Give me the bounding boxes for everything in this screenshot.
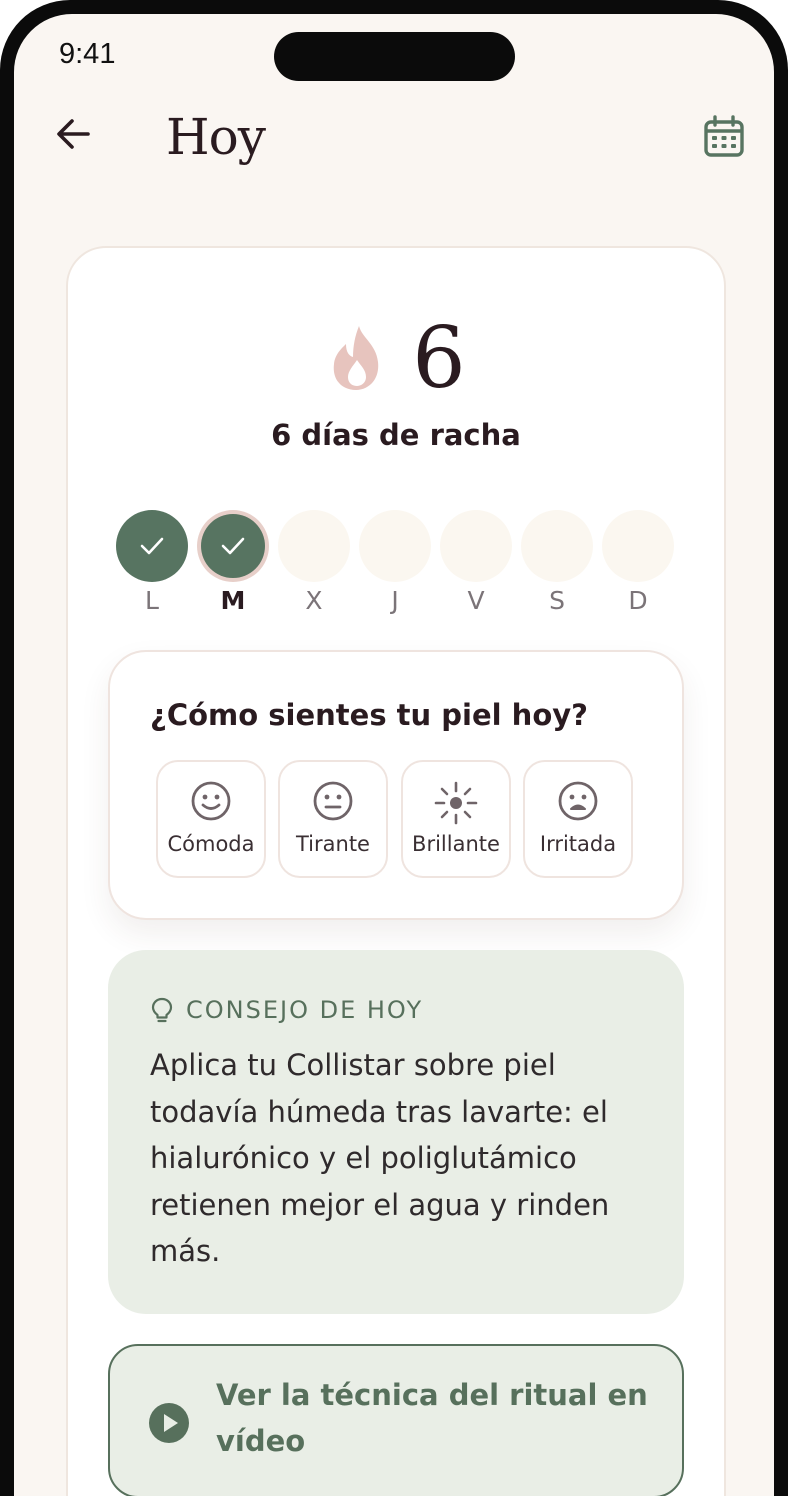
lightbulb-icon [151,997,173,1023]
phone-frame: 9:41 Hoy 6 6 días de racha L M X J V S D… [0,0,788,1496]
day-indicator[interactable] [201,514,265,578]
mood-option-comoda[interactable]: Cómoda [156,760,266,878]
mood-option-brillante[interactable]: Brillante [401,760,511,878]
play-icon [149,1403,189,1443]
app-screen: 9:41 Hoy 6 6 días de racha L M X J V S D… [14,14,774,1496]
mood-option-label: Brillante [412,832,500,856]
day-label: V [467,586,485,615]
day-indicator[interactable] [602,510,674,582]
tip-heading: CONSEJO DE HOY [150,996,423,1024]
smile-icon [191,781,231,821]
mood-card: ¿Cómo sientes tu piel hoy? Cómoda Tirant… [108,650,684,920]
shine-icon [434,781,478,825]
sad-face-icon [558,781,598,821]
streak-card: 6 6 días de racha L M X J V S D ¿Cómo sientes … [66,246,726,1496]
day-indicator[interactable] [359,510,431,582]
dynamic-island [274,32,515,81]
daily-tip-card: CONSEJO DE HOY Aplica tu Collistar sobre… [108,950,684,1314]
calendar-icon [704,115,744,157]
day-label: X [305,586,323,615]
status-time: 9:41 [59,38,116,70]
neutral-face-icon [313,781,353,821]
watch-video-button[interactable]: Ver la técnica del ritual en vídeo [108,1344,684,1496]
arrow-left-icon [57,119,90,149]
tip-text: Aplica tu Collistar sobre piel todavía h… [150,1048,610,1268]
flame-icon [334,326,379,390]
streak-label: 6 días de racha [271,418,521,452]
check-icon [221,537,245,555]
mood-option-label: Tirante [296,832,370,856]
day-indicator[interactable] [440,510,512,582]
streak-summary: 6 [68,316,724,400]
week-tracker [116,510,676,582]
day-label: J [391,586,399,615]
back-button[interactable] [52,112,96,156]
day-label: S [549,586,565,615]
day-label: L [145,586,159,615]
mood-option-tirante[interactable]: Tirante [278,760,388,878]
day-indicator[interactable] [116,510,188,582]
mood-question: ¿Cómo sientes tu piel hoy? [150,698,588,732]
day-indicator[interactable] [521,510,593,582]
mood-option-label: Irritada [539,832,617,856]
day-indicator[interactable] [278,510,350,582]
calendar-button[interactable] [701,114,747,160]
page-title: Hoy [166,108,266,166]
streak-count: 6 [412,309,466,407]
day-label: M [220,586,246,615]
mood-option-irritada[interactable]: Irritada [523,760,633,878]
check-icon [140,537,164,555]
mood-option-label: Cómoda [167,832,255,856]
video-button-label: Ver la técnica del ritual en vídeo [216,1378,648,1458]
tip-heading-label: CONSEJO DE HOY [186,996,424,1024]
day-label: D [628,586,648,615]
